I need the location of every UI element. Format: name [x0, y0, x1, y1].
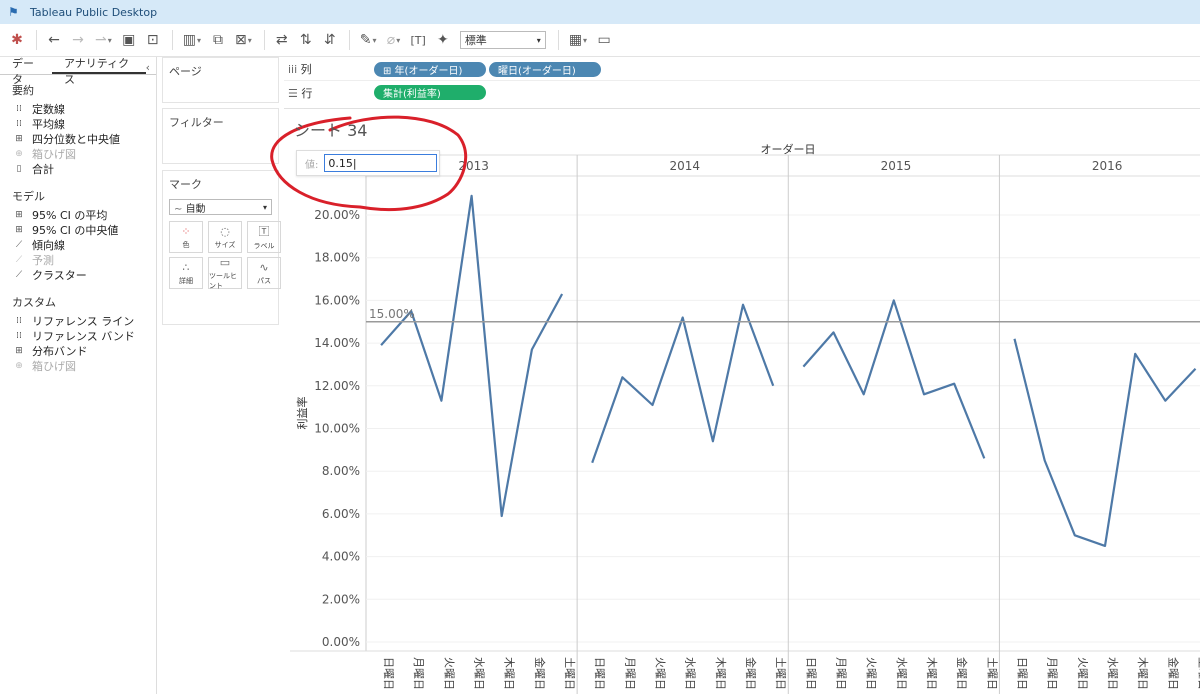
x-tick-label: 月曜日 — [623, 657, 636, 690]
x-tick-label: 火曜日 — [654, 657, 667, 690]
y-tick-label: 20.00% — [314, 208, 360, 222]
y-axis-label: 利益率 — [295, 397, 309, 430]
x-tick-label: 土曜日 — [1196, 657, 1200, 690]
pane-year-label: 2014 — [670, 159, 701, 173]
y-tick-label: 10.00% — [314, 422, 360, 436]
y-tick-label: 16.00% — [314, 293, 360, 307]
x-tick-label: 月曜日 — [1046, 657, 1059, 690]
x-tick-label: 木曜日 — [925, 657, 938, 690]
x-tick-label: 木曜日 — [503, 657, 516, 690]
y-tick-label: 6.00% — [322, 507, 360, 521]
x-tick-label: 月曜日 — [412, 657, 425, 690]
text-cursor: | — [352, 156, 357, 170]
column-header-title: オーダー日 — [761, 142, 816, 156]
x-tick-label: 日曜日 — [593, 657, 606, 690]
parameter-value-text: 0.15 — [328, 156, 353, 170]
x-tick-label: 木曜日 — [714, 657, 727, 690]
x-tick-label: 木曜日 — [1136, 657, 1149, 690]
pane-year-label: 2016 — [1092, 159, 1123, 173]
y-tick-label: 2.00% — [322, 592, 360, 606]
parameter-value-input[interactable]: 0.15 | — [324, 154, 438, 172]
series-line — [591, 303, 775, 464]
x-tick-label: 火曜日 — [1076, 657, 1089, 690]
pane-year-label: 2015 — [881, 159, 912, 173]
series-line — [1013, 338, 1197, 548]
y-tick-label: 14.00% — [314, 336, 360, 350]
x-tick-label: 金曜日 — [744, 657, 758, 690]
parameter-label: 値: — [305, 159, 319, 171]
x-tick-label: 金曜日 — [1166, 657, 1180, 690]
y-tick-label: 8.00% — [322, 464, 360, 478]
x-tick-label: 火曜日 — [442, 657, 455, 690]
x-tick-label: 土曜日 — [774, 657, 787, 690]
x-tick-label: 水曜日 — [473, 657, 486, 690]
y-tick-label: 12.00% — [314, 379, 360, 393]
series-line — [802, 299, 986, 459]
x-tick-label: 水曜日 — [1106, 657, 1119, 690]
sheet-title: シート 34 — [294, 121, 368, 140]
x-tick-label: 日曜日 — [804, 657, 817, 690]
x-tick-label: 金曜日 — [533, 657, 547, 690]
x-tick-label: 土曜日 — [985, 657, 998, 690]
x-tick-label: 水曜日 — [895, 657, 908, 690]
x-tick-label: 日曜日 — [1015, 657, 1028, 690]
parameter-edit-box: 値: 0.15 | — [296, 150, 440, 176]
reference-line-label: 15.00% — [369, 307, 415, 321]
series-line — [380, 194, 564, 518]
line-chart: オーダー日 0.00% 2.00% 4.00% 6.00% 8.00% 10.00% 12.0… — [270, 115, 1200, 694]
y-tick-label: 0.00% — [322, 635, 360, 649]
x-tick-label: 金曜日 — [955, 657, 969, 690]
y-tick-label: 18.00% — [314, 251, 360, 265]
x-tick-label: 火曜日 — [865, 657, 878, 690]
x-tick-label: 月曜日 — [835, 657, 848, 690]
x-tick-label: 水曜日 — [684, 657, 697, 690]
x-tick-label: 土曜日 — [563, 657, 576, 690]
y-tick-label: 4.00% — [322, 550, 360, 564]
x-tick-label: 日曜日 — [382, 657, 395, 690]
